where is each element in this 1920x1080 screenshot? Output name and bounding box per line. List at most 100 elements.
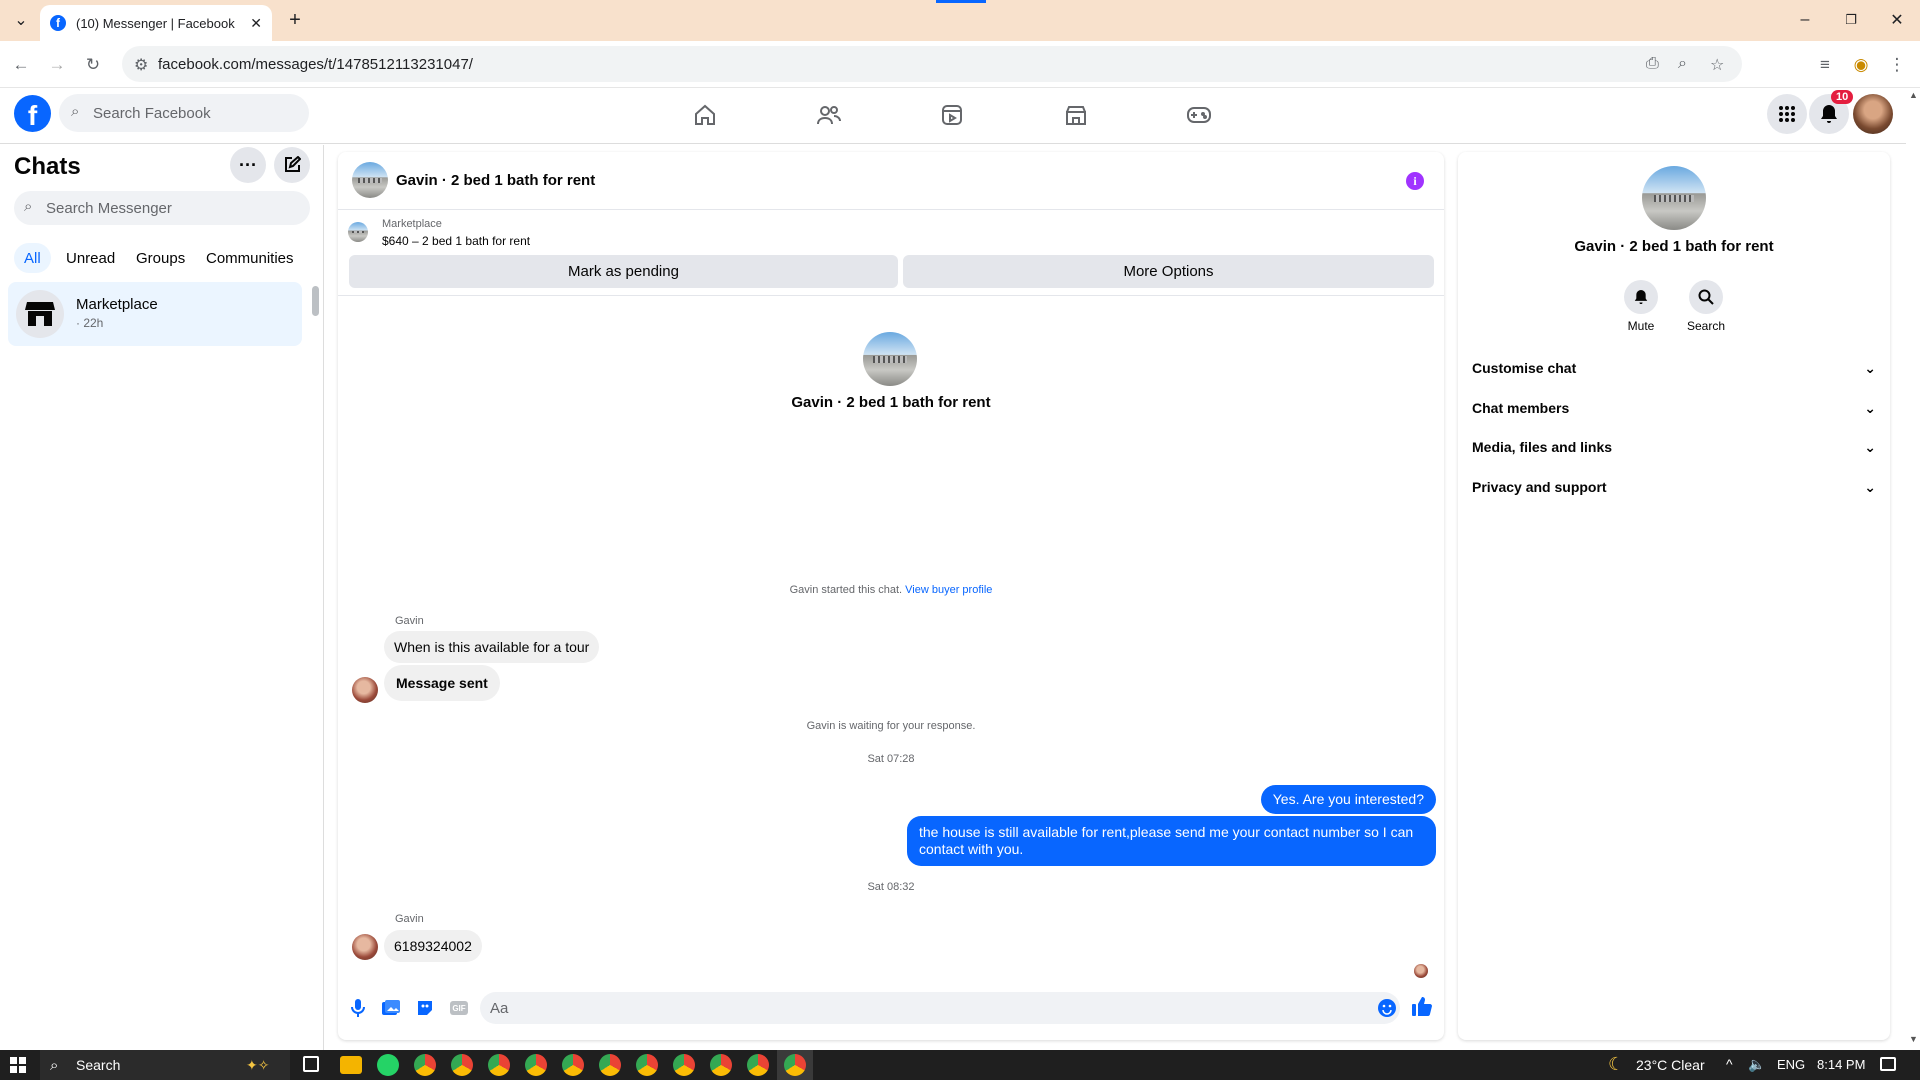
listing-thumbnail[interactable] [348,222,368,242]
chrome-icon[interactable] [784,1054,806,1076]
scroll-down-icon[interactable]: ▼ [1909,1034,1918,1044]
menu-grid-icon[interactable] [1767,94,1807,134]
listing-title[interactable]: $640 – 2 bed 1 bath for rent [382,234,530,248]
media-control-icon[interactable]: ≡ [1812,52,1838,78]
page-scrollbar[interactable]: ▲ ▼ [1906,88,1920,1050]
browser-tab-bar: ⌄ f (10) Messenger | Facebook ✕ + – ❐ ✕ [0,0,1920,41]
chrome-icon[interactable] [414,1054,436,1076]
facebook-favicon-icon: f [50,15,66,31]
conversation-avatar[interactable] [352,162,388,198]
more-options-button[interactable]: More Options [903,255,1434,288]
facebook-logo-icon[interactable]: f [14,95,51,132]
language-indicator[interactable]: ENG [1777,1057,1805,1072]
view-buyer-profile-link[interactable]: View buyer profile [905,584,992,596]
chat-list-item-marketplace[interactable]: Marketplace · 22h [8,282,302,346]
facebook-search-input[interactable]: ⌕ Search Facebook [59,94,309,132]
media-files-links-section[interactable]: Media, files and links ⌄ [1472,427,1876,467]
url-input[interactable]: ⚙ facebook.com/messages/t/14785121132310… [122,46,1742,82]
like-thumbs-up-icon[interactable] [1412,996,1432,1016]
chrome-icon[interactable] [451,1054,473,1076]
back-icon[interactable]: ← [8,52,34,78]
home-icon[interactable] [688,98,722,132]
zoom-icon[interactable]: ⌕ [1678,55,1687,73]
filter-unread[interactable]: Unread [56,243,125,273]
chrome-icon[interactable] [710,1054,732,1076]
windows-start-icon[interactable] [10,1057,26,1073]
new-message-button[interactable] [274,147,310,183]
browser-tab[interactable]: f (10) Messenger | Facebook ✕ [40,5,272,41]
incoming-message[interactable]: When is this available for a tour [384,631,600,663]
restore-icon[interactable]: ❐ [1836,8,1866,32]
customise-chat-section[interactable]: Customise chat ⌄ [1472,348,1876,388]
close-window-icon[interactable]: ✕ [1882,8,1912,32]
marketplace-icon[interactable] [1059,98,1093,132]
video-icon[interactable] [935,98,969,132]
chrome-icon[interactable] [562,1054,584,1076]
task-view-icon[interactable] [303,1056,319,1072]
privacy-support-section[interactable]: Privacy and support ⌄ [1472,467,1876,507]
gaming-icon[interactable] [1182,98,1216,132]
outgoing-message[interactable]: Yes. Are you interested? [1260,785,1436,814]
new-tab-button[interactable]: + [280,8,310,32]
microphone-icon[interactable] [348,998,368,1018]
sticker-icon[interactable] [415,998,435,1018]
mute-button[interactable] [1624,280,1658,314]
chrome-icon[interactable] [673,1054,695,1076]
bookmark-star-icon[interactable]: ☆ [1710,55,1724,75]
filter-groups[interactable]: Groups [126,243,195,273]
mark-as-pending-button[interactable]: Mark as pending [349,255,898,288]
sender-avatar[interactable] [352,677,378,703]
volume-icon[interactable]: 🔈 [1748,1056,1765,1073]
profile-icon[interactable]: ◉ [1848,52,1874,78]
chat-name: Marketplace [76,296,158,313]
reload-icon[interactable]: ↻ [80,52,106,78]
chat-options-button[interactable]: ··· [230,147,266,183]
close-tab-icon[interactable]: ✕ [250,15,262,32]
minimize-icon[interactable]: – [1790,8,1820,32]
sender-avatar[interactable] [352,934,378,960]
file-explorer-icon[interactable] [340,1056,362,1074]
weather-text[interactable]: 23°C Clear [1636,1057,1705,1073]
gif-icon[interactable]: GIF [449,998,469,1018]
conversation-details-panel: Gavin · 2 bed 1 bath for rent Mute Searc… [1458,152,1890,1040]
outgoing-message[interactable]: the house is still available for rent,pl… [907,816,1436,866]
friends-icon[interactable] [812,98,846,132]
account-avatar[interactable] [1853,94,1893,134]
notifications-center-icon[interactable] [1880,1057,1896,1071]
chrome-icon[interactable] [525,1054,547,1076]
conversation-title[interactable]: Gavin · 2 bed 1 bath for rent [396,172,595,189]
active-app-highlight[interactable] [777,1050,813,1080]
scroll-up-icon[interactable]: ▲ [1909,90,1918,100]
install-icon[interactable]: ⎙ [1646,55,1659,73]
search-icon: ⌕ [50,1056,59,1074]
photo-icon[interactable] [381,998,401,1018]
details-avatar[interactable] [1642,166,1706,230]
forward-icon[interactable]: → [44,52,70,78]
conversation-info-icon[interactable]: i [1406,172,1424,190]
message-input[interactable]: Aa [480,992,1400,1024]
whatsapp-icon[interactable] [377,1054,399,1076]
chrome-icon[interactable] [636,1054,658,1076]
taskbar-search-label: Search [76,1057,121,1073]
section-label: Customise chat [1472,360,1577,376]
search-in-chat-button[interactable] [1689,280,1723,314]
site-info-icon[interactable]: ⚙ [134,55,148,75]
chrome-icon[interactable] [747,1054,769,1076]
messenger-search-input[interactable]: ⌕ Search Messenger [14,191,310,225]
tray-chevron-icon[interactable]: ^ [1726,1056,1733,1072]
profile-avatar[interactable] [863,332,917,386]
taskbar-search[interactable]: ⌕ Search ✦✧ [40,1050,290,1080]
incoming-message[interactable]: Message sent [384,665,500,701]
browser-menu-icon[interactable]: ⋮ [1884,52,1910,78]
chrome-icon[interactable] [488,1054,510,1076]
notifications-bell-icon[interactable]: 10 [1809,90,1854,134]
emoji-icon[interactable] [1377,998,1397,1018]
chrome-icon[interactable] [599,1054,621,1076]
chat-members-section[interactable]: Chat members ⌄ [1472,388,1876,428]
incoming-message[interactable]: 6189324002 [384,930,482,962]
clock[interactable]: 8:14 PM [1817,1057,1865,1072]
filter-all[interactable]: All [14,243,51,273]
tab-search-icon[interactable]: ⌄ [6,8,36,32]
chat-list-scrollbar[interactable] [312,286,319,316]
filter-communities[interactable]: Communities [196,243,304,273]
